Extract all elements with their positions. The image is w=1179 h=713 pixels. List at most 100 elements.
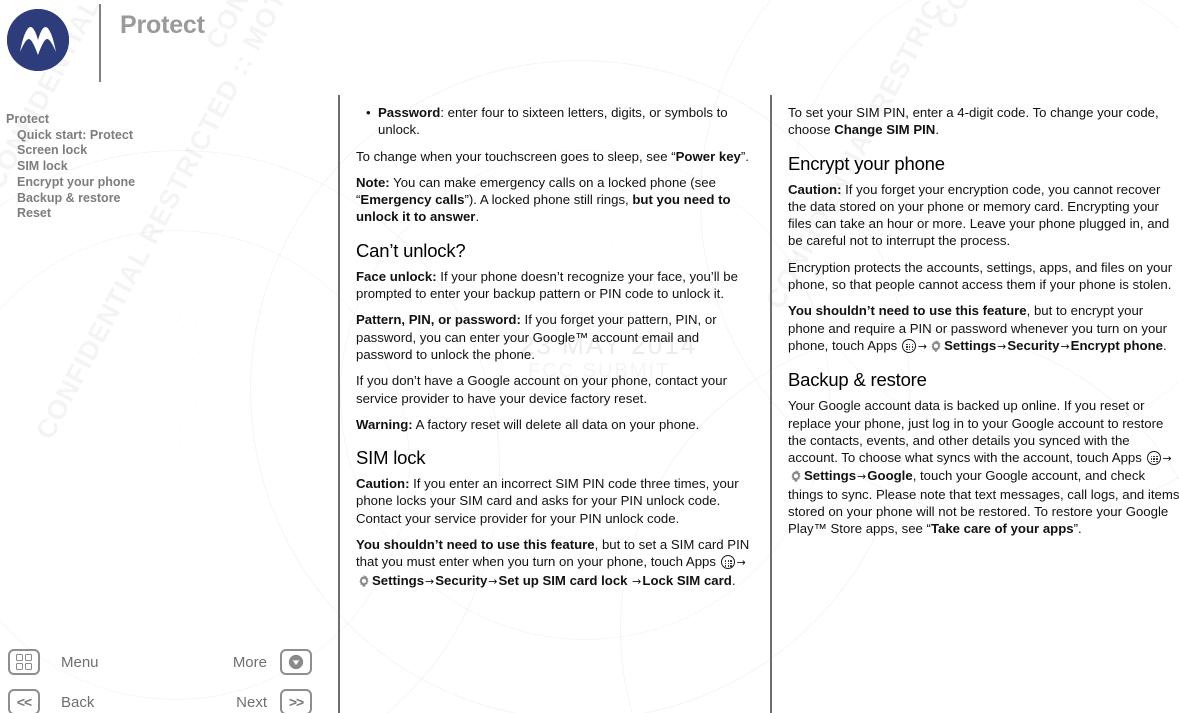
warning-text: A factory reset will delete all data on … (412, 416, 700, 432)
apps-grid-icon (1146, 451, 1161, 466)
nav-row-top: Menu More (8, 645, 312, 679)
settings-gear-icon (789, 469, 803, 483)
encrypt-path-step-security[interactable]: Security (1007, 338, 1059, 353)
bottom-navigation: Menu More << Back Next >> (0, 640, 320, 713)
paragraph-backup: Your Google account data is backed up on… (788, 397, 1179, 537)
warning-label: Warning: (356, 416, 413, 432)
apps-grid-icon (720, 555, 735, 570)
face-unlock-label: Face unlock: (356, 268, 437, 284)
path-step-security[interactable]: Security (435, 573, 487, 588)
path-step-lock-sim-card[interactable]: Lock SIM card (642, 573, 731, 588)
double-chevron-left-icon: << (16, 694, 32, 710)
encrypt-path-arrow-2: → (997, 339, 1007, 353)
nav-row-bottom: << Back Next >> (8, 685, 312, 713)
table-of-contents: Protect Quick start: Protect Screen lock… (6, 112, 306, 222)
path-step-settings[interactable]: Settings (372, 573, 424, 588)
paragraph-encrypt-caution: Caution: If you forget your encryption c… (788, 181, 1179, 250)
manual-page: CONFIDENTIAL RESTRICTED :: MOTOROLA CONF… (0, 0, 1179, 713)
more-button[interactable] (280, 649, 312, 675)
path-arrow-3: → (488, 574, 498, 588)
backup-text-3: ”. (1073, 521, 1082, 537)
toc-item-backup-restore[interactable]: Backup & restore (6, 191, 306, 207)
sim-caution-label: Caution: (356, 476, 410, 492)
paragraph-encrypt-path: You shouldn’t need to use this feature, … (788, 302, 1179, 355)
sim-shouldnt-bold: You shouldn’t need to use this feature (356, 537, 595, 553)
content-column-middle: Password: enter four to sixteen letters,… (356, 104, 750, 599)
paragraph-note: Note: You can make emergency calls on a … (356, 174, 750, 226)
watermark-diagonal-6: CONFIDENTIAL RESTRICTED :: MOTOROLA (30, 0, 342, 445)
double-chevron-right-icon: >> (288, 694, 304, 710)
grid-menu-icon (15, 653, 33, 671)
backup-path-step-settings[interactable]: Settings (804, 468, 856, 483)
motorola-logo-icon (7, 9, 69, 71)
paragraph-sleep: To change when your touchscreen goes to … (356, 148, 750, 165)
watermark-dot-arc-1: · · · · · · · · · · · · · · · · · · · · … (178, 295, 201, 450)
paragraph-encryption-protects: Encryption protects the accounts, settin… (788, 259, 1173, 293)
menu-label: Menu (61, 653, 99, 671)
encrypt-shouldnt-bold: You shouldn’t need to use this feature (788, 303, 1027, 319)
encrypt-path-arrow-3: → (1060, 339, 1070, 353)
menu-button[interactable] (8, 649, 40, 675)
bullet-password: Password: enter four to sixteen letters,… (356, 104, 750, 139)
paragraph-no-google-account: If you don’t have a Google account on yo… (356, 373, 727, 406)
paragraph-sim-path: You shouldn’t need to use this feature, … (356, 536, 750, 590)
backup-path-step-google[interactable]: Google (867, 468, 912, 483)
path-arrow-1: → (736, 556, 746, 570)
encrypt-path-step-encrypt-phone[interactable]: Encrypt phone (1071, 338, 1163, 353)
power-key-link[interactable]: Power key (676, 149, 741, 164)
more-label: More (232, 653, 267, 671)
paragraph-pattern-pin: Pattern, PIN, or password: If you forget… (356, 311, 750, 363)
path-arrow-4: → (632, 574, 642, 588)
sleep-text-2: ”. (740, 148, 749, 164)
watermark-diagonal-2: CONFIDENTIAL RESTRICTED :: MOTOROLA (200, 0, 512, 55)
pattern-pin-label: Pattern, PIN, or password: (356, 312, 521, 328)
heading-sim-lock: SIM lock (356, 447, 426, 469)
toc-item-protect[interactable]: Protect (6, 112, 306, 128)
encrypt-caution-text: If you forget your encryption code, you … (788, 181, 1170, 249)
note-label: Note: (356, 174, 390, 190)
toc-item-encrypt-your-phone[interactable]: Encrypt your phone (6, 175, 306, 191)
encrypt-caution-label: Caution: (788, 181, 842, 197)
encrypt-path-trailing: . (1162, 337, 1167, 353)
apps-grid-icon (901, 338, 916, 353)
sim-pin-text-2: . (935, 122, 939, 138)
column-divider-right (770, 95, 772, 713)
emergency-calls-link[interactable]: Emergency calls (360, 192, 464, 207)
bullet-password-term: Password (378, 105, 441, 120)
watermark-ring-2 (0, 230, 410, 700)
encrypt-path-step-settings[interactable]: Settings (944, 338, 996, 353)
header-divider (99, 4, 101, 82)
next-button[interactable]: >> (280, 689, 312, 713)
back-label: Back (61, 693, 95, 711)
next-label: Next (236, 693, 267, 711)
heading-backup-restore: Backup & restore (788, 369, 927, 391)
backup-path-arrow-1: → (1162, 452, 1172, 466)
sim-caution-text: If you enter an incorrect SIM PIN code t… (356, 476, 739, 526)
heading-cant-unlock: Can’t unlock? (356, 239, 466, 261)
toc-item-reset[interactable]: Reset (6, 206, 306, 222)
paragraph-face-unlock: Face unlock: If your phone doesn’t recog… (356, 268, 750, 303)
settings-gear-icon (357, 574, 371, 588)
path-trailing: . (731, 572, 736, 588)
change-sim-pin-bold: Change SIM PIN (834, 122, 936, 138)
content-column-right: To set your SIM PIN, enter a 4-digit cod… (788, 104, 1179, 547)
toc-item-screen-lock[interactable]: Screen lock (6, 143, 306, 159)
note-text-3: . (475, 209, 480, 225)
toc-item-quick-start[interactable]: Quick start: Protect (6, 128, 306, 144)
backup-path-arrow-2: → (857, 470, 867, 484)
take-care-of-your-apps-link[interactable]: Take care of your apps (931, 521, 1074, 536)
paragraph-sim-caution: Caution: If you enter an incorrect SIM P… (356, 475, 750, 527)
encrypt-path-arrow-1: → (917, 339, 928, 353)
toc-item-sim-lock[interactable]: SIM lock (6, 159, 306, 175)
path-step-setup-sim-card-lock[interactable]: Set up SIM card lock (499, 573, 628, 588)
path-arrow-2: → (425, 574, 435, 588)
column-divider-left (338, 95, 340, 713)
page-title: Protect (120, 11, 205, 39)
heading-encrypt-your-phone: Encrypt your phone (788, 152, 945, 174)
watermark-diagonal-4: CONFIDENTIAL RESTRICTED :: MOTOROLA (930, 0, 1179, 35)
sleep-text-1: To change when your touchscreen goes to … (356, 148, 676, 164)
settings-gear-icon (929, 339, 943, 353)
back-button[interactable]: << (8, 689, 40, 713)
note-text-2: ”). A locked phone still rings, (464, 192, 633, 208)
chevron-down-circle-icon (288, 654, 304, 670)
